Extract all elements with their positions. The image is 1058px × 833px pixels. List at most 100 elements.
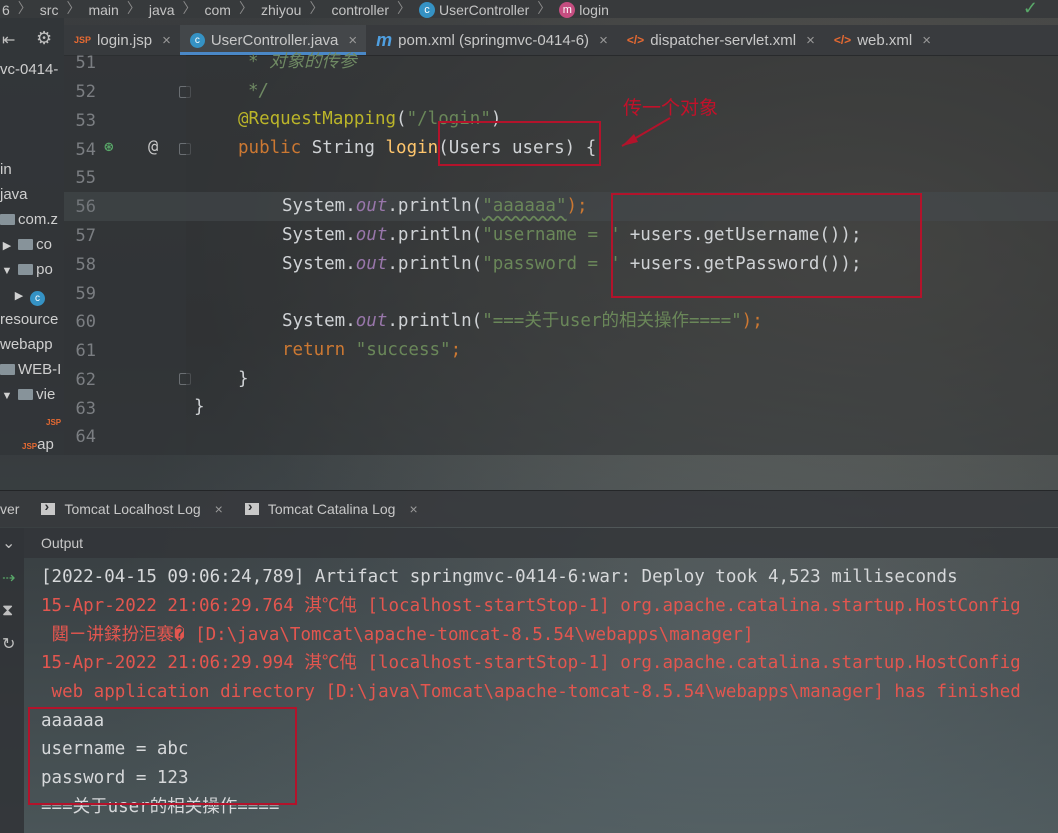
check-icon: ✓ [1022,0,1038,18]
close-icon[interactable]: × [409,501,417,517]
xml-file-icon: </> [833,33,852,47]
class-icon: c [419,2,436,18]
breadcrumb-separator-icon: 〉 [537,0,552,16]
breadcrumb: 6 〉 src 〉 main 〉 java 〉 com 〉 zhiyou 〉 control… [0,0,1058,18]
jsp-file-icon: JSP [22,442,38,451]
editor-gutter: 51 52 53 54 55 56 57 58 59 60 61 62 63 6… [64,53,191,455]
tab-web-xml[interactable]: </> web.xml × [824,25,940,55]
log-icon [41,498,56,515]
breadcrumb-item[interactable]: controller [331,2,389,18]
tab-tomcat-catalina-log[interactable]: Tomcat Catalina Log× [244,498,418,517]
tree-item[interactable]: JSP [46,411,61,431]
line-number: 63 [75,399,96,419]
tree-item[interactable]: webapp [0,335,53,355]
output-header: Output [24,528,1058,558]
tab-server[interactable]: ver [0,501,19,517]
console-line: 15-Apr-2022 21:06:29.994 淇℃伅 [localhost-… [41,653,1021,673]
breadcrumb-separator-icon: 〉 [238,0,253,16]
folder-icon [18,264,34,275]
breadcrumb-separator-icon: 〉 [309,0,324,16]
expand-arrow-icon[interactable]: ▶ [12,286,26,306]
breadcrumb-item[interactable]: login [579,2,609,18]
breadcrumb-separator-icon: 〉 [66,0,81,16]
editor-tab-bar: JSP login.jsp × c UserController.java × … [64,25,1058,56]
refresh-icon[interactable]: ↻ [2,634,15,654]
folder-icon [18,239,34,250]
line-number: 59 [75,284,96,304]
annotation-box-parameter [438,121,601,166]
breadcrumb-separator-icon: 〉 [397,0,412,16]
line-number: 61 [75,341,96,361]
breadcrumb-item[interactable]: zhiyou [261,2,301,18]
console-toolbar: ⌄ ⇢ ⧗ ↻ [0,528,24,833]
spring-bean-icon[interactable]: ⊛ [104,137,114,156]
log-icon [244,498,259,515]
tree-item[interactable]: ▶ co [0,235,52,255]
deploy-icon[interactable]: ⇢ [2,568,15,588]
breadcrumb-item[interactable]: src [40,2,59,18]
breadcrumb-item[interactable]: UserController [439,2,529,18]
tree-item[interactable]: WEB-I [0,360,61,380]
tab-pom-xml[interactable]: m pom.xml (springmvc-0414-6) × [366,25,617,55]
close-icon[interactable]: × [922,32,931,49]
close-icon[interactable]: × [806,32,815,49]
code-line-61: return "success"; [282,340,462,360]
class-icon: c [189,32,205,48]
collapse-all-icon[interactable]: ⇤ [2,30,15,50]
line-number: 53 [75,111,96,131]
tree-item[interactable]: ▶ c [12,285,45,306]
collapse-arrow-icon[interactable]: ▼ [0,386,14,406]
breadcrumb-separator-icon: 〉 [182,0,197,16]
code-line-52: */ [248,81,270,101]
code-line-63: } [194,397,205,417]
tree-item[interactable]: com.z [0,210,58,230]
jsp-file-icon: JSP [46,418,62,427]
close-icon[interactable]: × [215,501,223,517]
tree-item[interactable]: JSPap [22,435,54,455]
code-line-56: System.out.println("aaaaaa"); [282,196,588,216]
project-tree-panel: ⇤ ⚙ vc-0414- in java com.z ▶ co ▼ po ▶ c … [0,18,64,455]
code-line-60: System.out.println("===关于user的相关操作====")… [282,311,763,331]
maven-icon: m [376,29,393,50]
project-root-label[interactable]: vc-0414- [0,60,58,80]
close-icon[interactable]: × [348,32,357,49]
line-number: 60 [75,312,96,332]
at-mapping-icon[interactable]: @ [148,137,158,157]
close-icon[interactable]: × [599,32,608,49]
line-number: 55 [75,168,96,188]
tree-item[interactable]: in [0,160,12,180]
gear-icon[interactable]: ⚙ [36,28,52,49]
jsp-file-icon: JSP [74,35,92,45]
folder-icon [18,389,34,400]
console-line: 閮ㄧ讲鍒扮洰褰� [D:\java\Tomcat\apache-tomcat-8… [41,625,754,645]
tree-item[interactable]: resource [0,310,58,330]
chevron-down-icon[interactable]: ⌄ [2,533,15,553]
code-line-62: } [238,369,249,389]
code-line-51: * 对象的传参 [248,52,357,72]
tree-item[interactable]: ▼ po [0,260,53,280]
collapse-arrow-icon[interactable]: ▼ [0,261,14,281]
breadcrumb-separator-icon: 〉 [17,0,32,16]
line-number: 64 [75,427,96,447]
line-number: 57 [75,226,96,246]
close-icon[interactable]: × [162,32,171,49]
breadcrumb-item[interactable]: main [88,2,118,18]
method-icon: m [559,2,576,18]
console-line: [2022-04-15 09:06:24,789] Artifact sprin… [41,567,958,587]
tree-item[interactable]: java [0,185,28,205]
line-number: 58 [75,255,96,275]
breadcrumb-item[interactable]: java [149,2,175,18]
tab-tomcat-localhost-log[interactable]: Tomcat Localhost Log× [41,498,223,517]
hourglass-icon[interactable]: ⧗ [2,602,13,620]
annotation-box-console [28,707,297,805]
tab-dispatcher-servlet[interactable]: </> dispatcher-servlet.xml × [617,25,824,55]
folder-icon [0,364,15,375]
annotation-box-println [611,193,922,298]
breadcrumb-item[interactable]: 6 [2,2,10,18]
tree-item[interactable]: ▼ vie [0,385,56,406]
line-number: 62 [75,370,96,390]
breadcrumb-item[interactable]: com [205,2,231,18]
tab-login-jsp[interactable]: JSP login.jsp × [64,25,180,55]
expand-arrow-icon[interactable]: ▶ [0,236,14,256]
console-line: 15-Apr-2022 21:06:29.764 淇℃伅 [localhost-… [41,596,1021,616]
